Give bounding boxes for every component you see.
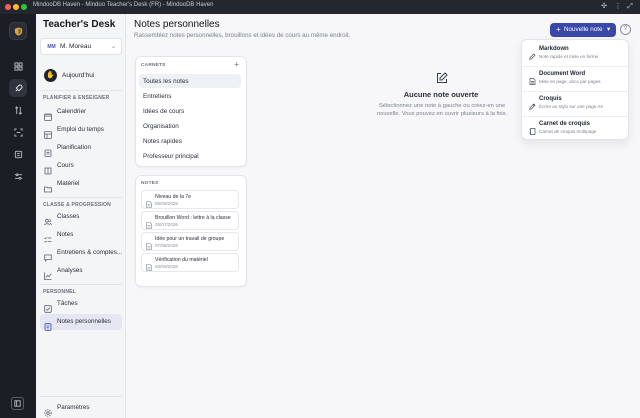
rail-sync-arrows-icon[interactable] — [9, 101, 27, 119]
note-icon — [44, 318, 52, 331]
sidebar-item-timetable[interactable]: Emploi du temps — [40, 122, 122, 139]
notes-panel: NOTES Niveau de la 7e 05/09/2025 Brouill… — [135, 175, 247, 287]
rail-panel-toggle-icon[interactable] — [11, 397, 24, 410]
notebook-item[interactable]: Organisation — [139, 119, 241, 133]
document-icon — [146, 216, 152, 229]
app-logo-shield-icon[interactable] — [9, 22, 27, 40]
list-item[interactable]: Idée pour un travail de groupe 07/08/202… — [141, 232, 239, 251]
app-rail — [0, 14, 36, 418]
pen-icon — [529, 47, 536, 60]
sidebar-item-grades[interactable]: Notes — [40, 227, 122, 243]
plus-icon: + — [556, 25, 561, 34]
list-item[interactable]: Vérification du matériel 03/09/2026 — [141, 253, 239, 272]
rail-teacher-desk-rocket-icon[interactable] — [9, 79, 27, 97]
rail-scan-icon[interactable] — [9, 123, 27, 141]
rail-dashboard-icon[interactable] — [9, 57, 27, 75]
chart-line-icon — [44, 267, 52, 280]
page-subtitle: Rassemblez notes personnelles, brouillon… — [134, 32, 351, 39]
notebook-item[interactable]: Notes rapides — [139, 134, 241, 148]
chevron-down-icon: ▾ — [607, 26, 611, 33]
avatar: MM — [47, 44, 56, 50]
users-icon — [44, 213, 52, 226]
section-heading-classes: CLASSE & PROGRESSION — [43, 202, 111, 208]
sidebar: Teacher's Desk MM M. Moreau ⌄ ✋ Aujourd'… — [36, 14, 126, 418]
extensions-icon[interactable]: ✣ — [600, 3, 608, 11]
table-grid-icon — [44, 126, 52, 139]
menu-item-word-document[interactable]: Document Word Mise en page, docx par pag… — [525, 68, 627, 90]
sidebar-item-classes[interactable]: Classes — [40, 209, 122, 226]
brand-logo: Teacher's Desk — [43, 19, 116, 30]
new-note-menu: Markdown Note rapide et mise en forme Do… — [521, 39, 629, 140]
gear-icon — [44, 404, 52, 417]
empty-state-subtitle: Sélectionnez une note à gauche ou créez-… — [376, 103, 508, 117]
list-checks-icon — [44, 231, 52, 243]
sidebar-item-materials[interactable]: Matériel — [40, 176, 122, 193]
notebooks-panel: CARNETS + Toutes les notes Entretiens Id… — [135, 56, 247, 167]
clipboard-list-icon — [44, 144, 52, 157]
edit-note-icon — [436, 71, 448, 83]
notebook-icon — [529, 122, 536, 135]
fullscreen-icon[interactable]: ⤢ — [626, 3, 634, 11]
checkbox-icon — [44, 300, 52, 313]
empty-state-title: Aucune note ouverte — [403, 90, 479, 99]
notebooks-heading: CARNETS — [141, 63, 166, 68]
notebook-item[interactable]: Professeur principal — [139, 149, 241, 163]
list-item[interactable]: Niveau de la 7e 05/09/2025 — [141, 190, 239, 209]
main-content: Notes personnelles Rassemblez notes pers… — [126, 14, 640, 418]
menu-item-markdown[interactable]: Markdown Note rapide et mise en forme — [525, 43, 627, 65]
sidebar-item-analytics[interactable]: Analyses — [40, 263, 122, 280]
sidebar-item-settings[interactable]: Paramètres — [40, 400, 122, 417]
notes-heading: NOTES — [141, 181, 159, 186]
page-title: Notes personnelles — [134, 19, 220, 30]
menu-item-sketch[interactable]: Croquis Écrire au stylo sur une page A4 — [525, 93, 627, 115]
sidebar-item-planning[interactable]: Planification — [40, 140, 122, 157]
book-icon — [44, 162, 52, 175]
document-icon — [146, 237, 152, 250]
title-bar: MindooDB Haven - Mindoo Teacher's Desk (… — [0, 0, 640, 14]
maximize-window-button[interactable] — [21, 4, 27, 10]
rail-database-icon[interactable] — [9, 145, 27, 163]
rail-filters-icon[interactable] — [9, 167, 27, 185]
sidebar-item-calendar[interactable]: Calendrier — [40, 104, 122, 121]
close-window-button[interactable] — [5, 4, 11, 10]
document-icon — [146, 195, 152, 208]
sidebar-item-tasks[interactable]: Tâches — [40, 296, 122, 313]
hand-wave-icon: ✋ — [44, 69, 57, 82]
menu-item-sketchbook[interactable]: Carnet de croquis Carnet de croquis mult… — [525, 118, 627, 140]
calendar-icon — [44, 108, 52, 121]
window-title: MindooDB Haven - Mindoo Teacher's Desk (… — [33, 2, 214, 8]
more-options-icon[interactable]: ⋮ — [614, 3, 622, 11]
add-notebook-button[interactable]: + — [234, 60, 239, 69]
document-icon — [529, 72, 536, 85]
new-note-button[interactable]: + Nouvelle note ▾ — [550, 23, 616, 37]
section-heading-plan: PLANIFIER & ENSEIGNER — [43, 95, 110, 101]
sidebar-item-today[interactable]: ✋ Aujourd'hui — [40, 69, 122, 83]
document-icon — [146, 258, 152, 271]
sidebar-item-personal-notes[interactable]: Notes personnelles — [40, 314, 122, 331]
help-button[interactable]: ? — [620, 24, 631, 35]
notebook-item[interactable]: Entretiens — [139, 89, 241, 103]
minimize-window-button[interactable] — [13, 4, 19, 10]
notebook-item[interactable]: Toutes les notes — [139, 74, 241, 88]
list-item[interactable]: Brouillon Word : lettre à la classe 26/0… — [141, 211, 239, 230]
sidebar-item-label: Aujourd'hui — [62, 72, 95, 79]
pencil-icon — [529, 97, 536, 110]
chat-bubble-icon — [44, 249, 52, 262]
user-name: M. Moreau — [60, 43, 92, 50]
chevron-down-icon: ⌄ — [110, 44, 116, 50]
folder-icon — [44, 180, 52, 193]
notebook-item[interactable]: Idées de cours — [139, 104, 241, 118]
section-heading-personal: PERSONNEL — [43, 289, 76, 295]
sidebar-item-meetings[interactable]: Entretiens & comptes... — [40, 245, 122, 262]
sidebar-item-lessons[interactable]: Cours — [40, 158, 122, 175]
user-selector[interactable]: MM M. Moreau ⌄ — [40, 38, 122, 55]
